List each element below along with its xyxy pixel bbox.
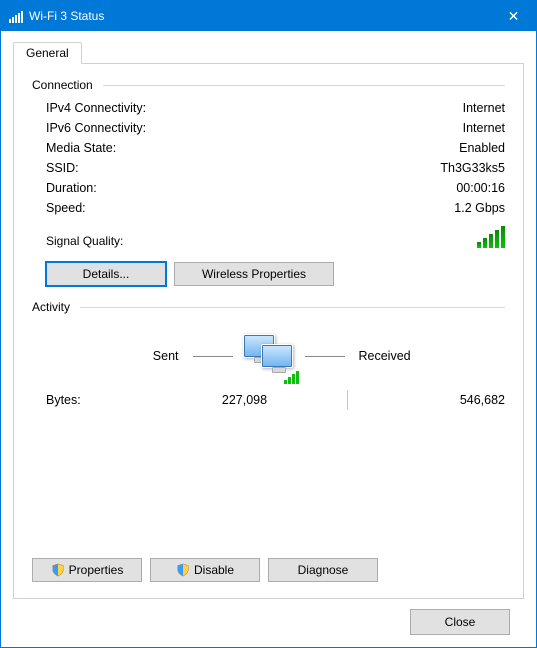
- ipv4-row: IPv4 Connectivity: Internet: [32, 98, 505, 118]
- title-bar: Wi-Fi 3 Status ✕: [1, 1, 536, 31]
- details-button[interactable]: Details...: [46, 262, 166, 286]
- disable-button[interactable]: Disable: [150, 558, 260, 582]
- mini-signal-icon: [284, 371, 299, 384]
- media-state-label: Media State:: [46, 141, 116, 155]
- media-state-value: Enabled: [459, 141, 505, 155]
- received-line: [305, 356, 345, 357]
- activity-graphic: Sent Received: [32, 326, 505, 386]
- connection-label: Connection: [32, 78, 99, 92]
- wifi-icon: [9, 9, 23, 23]
- media-state-row: Media State: Enabled: [32, 138, 505, 158]
- duration-row: Duration: 00:00:16: [32, 178, 505, 198]
- ipv4-label: IPv4 Connectivity:: [46, 101, 146, 115]
- shield-icon: [176, 563, 190, 577]
- duration-value: 00:00:16: [456, 181, 505, 195]
- diagnose-button-label: Diagnose: [298, 563, 349, 577]
- signal-quality-label: Signal Quality:: [46, 234, 123, 248]
- wireless-properties-button[interactable]: Wireless Properties: [174, 262, 334, 286]
- sent-label: Sent: [65, 349, 185, 363]
- disable-button-label: Disable: [194, 563, 234, 577]
- wifi-status-window: Wi-Fi 3 Status ✕ General Connection IPv4…: [0, 0, 537, 648]
- action-button-row: Properties Disable Diagnose: [32, 558, 505, 582]
- computers-icon: [241, 332, 297, 380]
- diagnose-button[interactable]: Diagnose: [268, 558, 378, 582]
- signal-quality-row: Signal Quality:: [32, 218, 505, 252]
- sent-line: [193, 356, 233, 357]
- speed-label: Speed:: [46, 201, 86, 215]
- connection-group-header: Connection: [32, 78, 505, 92]
- bytes-label: Bytes:: [46, 393, 166, 407]
- ipv6-label: IPv6 Connectivity:: [46, 121, 146, 135]
- ssid-value: Th3G33ks5: [440, 161, 505, 175]
- duration-label: Duration:: [46, 181, 97, 195]
- speed-row: Speed: 1.2 Gbps: [32, 198, 505, 218]
- ipv6-row: IPv6 Connectivity: Internet: [32, 118, 505, 138]
- close-icon[interactable]: ✕: [491, 1, 536, 31]
- properties-button-label: Properties: [69, 563, 124, 577]
- ssid-row: SSID: Th3G33ks5: [32, 158, 505, 178]
- ipv4-value: Internet: [463, 101, 505, 115]
- ipv6-value: Internet: [463, 121, 505, 135]
- bytes-received: 546,682: [348, 393, 505, 407]
- signal-bars-icon: [477, 226, 505, 248]
- speed-value: 1.2 Gbps: [454, 201, 505, 215]
- general-panel: Connection IPv4 Connectivity: Internet I…: [13, 63, 524, 599]
- dialog-body: General Connection IPv4 Connectivity: In…: [1, 31, 536, 647]
- window-title: Wi-Fi 3 Status: [29, 9, 104, 23]
- close-button[interactable]: Close: [410, 609, 510, 635]
- activity-label: Activity: [32, 300, 76, 314]
- ssid-label: SSID:: [46, 161, 79, 175]
- tab-strip: General: [13, 42, 524, 64]
- bytes-row: Bytes: 227,098 546,682: [32, 386, 505, 420]
- footer: Close: [13, 599, 524, 635]
- properties-button[interactable]: Properties: [32, 558, 142, 582]
- shield-icon: [51, 563, 65, 577]
- connection-button-row: Details... Wireless Properties: [32, 262, 505, 286]
- activity-group-header: Activity: [32, 300, 505, 314]
- received-label: Received: [353, 349, 473, 363]
- bytes-sent: 227,098: [166, 393, 347, 407]
- tab-general[interactable]: General: [13, 42, 82, 64]
